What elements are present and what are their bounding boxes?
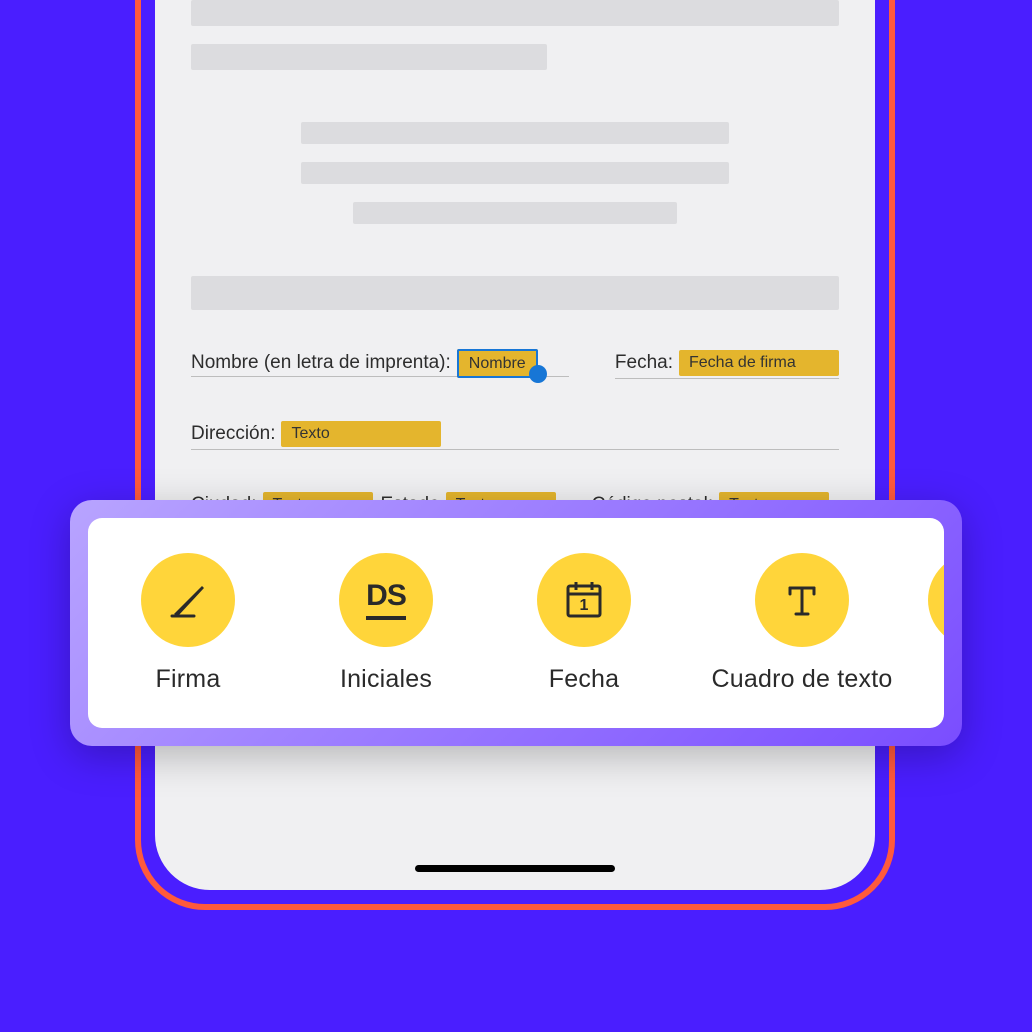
tool-iniciales[interactable]: DS Iniciales	[306, 553, 466, 694]
phone-screen: Nombre (en letra de imprenta): Nombre Fe…	[155, 0, 875, 890]
calendar-icon: 1	[537, 553, 631, 647]
placeholder-line	[353, 202, 677, 224]
field-toolbar-panel: Firma DS Iniciales 1 Fecha	[70, 500, 962, 746]
svg-text:1: 1	[580, 597, 589, 614]
address-field-tag[interactable]: Texto	[281, 421, 441, 447]
name-group: Nombre (en letra de imprenta): Nombre	[191, 352, 569, 377]
date-label: Fecha:	[615, 352, 673, 374]
placeholder-line	[191, 44, 547, 70]
home-indicator	[415, 865, 615, 872]
tool-label: Iniciales	[340, 665, 432, 694]
note-icon	[928, 553, 944, 647]
placeholder-line	[301, 162, 729, 184]
tool-label: Firma	[156, 665, 221, 694]
tool-label: Fecha	[549, 665, 619, 694]
text-icon	[755, 553, 849, 647]
address-label: Dirección:	[191, 423, 275, 445]
initials-icon: DS	[339, 553, 433, 647]
document-placeholder-block	[191, 0, 839, 310]
field-toolbar[interactable]: Firma DS Iniciales 1 Fecha	[88, 518, 944, 728]
placeholder-line	[301, 122, 729, 144]
placeholder-line	[191, 276, 839, 310]
date-field-tag[interactable]: Fecha de firma	[679, 350, 839, 376]
phone-frame-outer: Nombre (en letra de imprenta): Nombre Fe…	[135, 0, 895, 910]
name-label: Nombre (en letra de imprenta):	[191, 352, 451, 374]
signature-icon	[141, 553, 235, 647]
tool-fecha[interactable]: 1 Fecha	[504, 553, 664, 694]
date-group: Fecha: Fecha de firma	[615, 350, 839, 379]
tool-noti[interactable]: Noti	[940, 553, 944, 694]
address-group: Dirección: Texto	[191, 421, 839, 450]
tool-cuadro-de-texto[interactable]: Cuadro de texto	[702, 553, 902, 694]
tool-label: Cuadro de texto	[712, 665, 893, 694]
name-field-tag[interactable]: Nombre	[457, 349, 538, 378]
tool-firma[interactable]: Firma	[108, 553, 268, 694]
placeholder-line	[191, 0, 839, 26]
selection-handle[interactable]	[529, 365, 547, 383]
